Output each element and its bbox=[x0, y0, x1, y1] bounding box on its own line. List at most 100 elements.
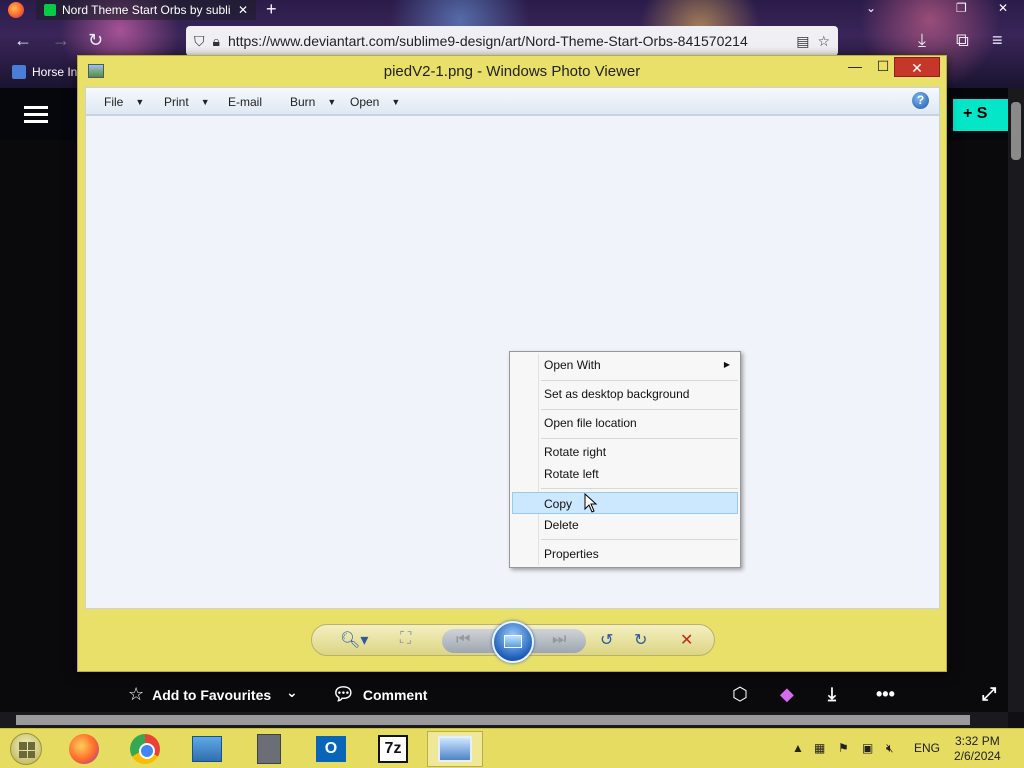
menu-item-label: Open With bbox=[544, 358, 601, 372]
add-to-favourites-button[interactable]: ☆ Add to Favourites bbox=[128, 684, 271, 705]
extensions-icon[interactable]: ⧉ bbox=[956, 30, 969, 51]
rotate-clockwise-icon[interactable]: ↻ bbox=[634, 630, 647, 652]
scrollbar-thumb[interactable] bbox=[1011, 102, 1021, 160]
minimize-button[interactable]: — bbox=[842, 58, 868, 78]
taskbar-document[interactable] bbox=[241, 731, 297, 767]
horizontal-scrollbar[interactable] bbox=[0, 712, 1008, 728]
menu-email[interactable]: E-mail bbox=[228, 95, 262, 109]
download-icon[interactable]: ⤓ bbox=[918, 30, 926, 51]
nav-bar: ← → ↻ ⛉ 🔒︎ https://www.deviantart.com/su… bbox=[0, 26, 1024, 58]
clock[interactable]: 3:32 PM 2/6/2024 bbox=[954, 734, 1001, 764]
previous-icon[interactable]: ⏮ bbox=[456, 631, 470, 653]
menu-print[interactable]: Print ▼ bbox=[164, 95, 210, 109]
scrollbar-thumb[interactable] bbox=[16, 715, 970, 725]
lock-icon[interactable]: 🔒︎ bbox=[213, 33, 220, 50]
menu-file[interactable]: File ▼ bbox=[104, 95, 144, 109]
menu-item-properties[interactable]: Properties bbox=[512, 543, 738, 565]
taskbar-photo-viewer[interactable] bbox=[427, 731, 483, 767]
menu-item-label: Set as desktop background bbox=[544, 387, 690, 401]
context-menu: Open With ▶ Set as desktop background Op… bbox=[509, 351, 741, 568]
submit-button[interactable]: + S bbox=[953, 99, 1013, 131]
comment-button[interactable]: 💬︎ Comment bbox=[332, 684, 427, 705]
fullscreen-icon[interactable]: ⤢ bbox=[982, 684, 996, 705]
window-titlebar[interactable]: piedV2-1.png - Windows Photo Viewer — ☐ … bbox=[78, 56, 946, 88]
start-button[interactable] bbox=[10, 733, 42, 765]
close-window-icon[interactable]: ✕ bbox=[998, 1, 1008, 15]
devices-icon[interactable]: ▣ bbox=[862, 741, 873, 755]
windows-logo-icon bbox=[19, 742, 35, 758]
menu-email-label: E-mail bbox=[228, 95, 263, 109]
maximize-button[interactable]: ☐ bbox=[870, 58, 896, 78]
menu-icon[interactable]: ≡ bbox=[992, 30, 1003, 51]
url-text[interactable]: https://www.deviantart.com/sublime9-desi… bbox=[228, 33, 788, 49]
menu-item-open-with[interactable]: Open With ▶ bbox=[512, 354, 738, 376]
volume-muted-icon[interactable]: 🔇︎ bbox=[886, 741, 894, 756]
firefox-icon[interactable] bbox=[8, 2, 24, 18]
action-center-flag-icon[interactable]: ⚑ bbox=[838, 741, 849, 755]
menu-item-set-as-desktop-background[interactable]: Set as desktop background bbox=[512, 383, 738, 405]
menu-item-label: Rotate right bbox=[544, 445, 607, 459]
tab-close-icon[interactable]: ✕ bbox=[238, 3, 248, 17]
menu-open[interactable]: Open ▼ bbox=[350, 95, 400, 109]
download-art-icon[interactable]: ⤓ bbox=[828, 684, 836, 705]
reader-view-icon[interactable]: ▤ bbox=[796, 33, 809, 50]
reload-icon[interactable]: ↻ bbox=[88, 30, 103, 51]
menu-item-open-file-location[interactable]: Open file location bbox=[512, 412, 738, 434]
vertical-scrollbar[interactable] bbox=[1008, 88, 1024, 712]
favourites-dropdown-icon[interactable]: ⌄ bbox=[286, 684, 298, 701]
language-indicator[interactable]: ENG bbox=[914, 741, 940, 755]
show-hidden-icons-icon[interactable]: ▲ bbox=[792, 741, 804, 755]
bookmark-star-icon[interactable]: ☆ bbox=[817, 33, 830, 50]
new-tab-button[interactable]: + bbox=[266, 0, 277, 20]
menu-burn[interactable]: Burn ▼ bbox=[290, 95, 336, 109]
taskbar-chrome[interactable] bbox=[117, 731, 173, 767]
bookmark-favicon-icon bbox=[12, 65, 26, 79]
deviantart-favicon-icon bbox=[44, 4, 56, 16]
slideshow-button[interactable] bbox=[492, 621, 534, 663]
actual-size-icon[interactable]: ⛶ bbox=[400, 630, 411, 652]
menu-item-label: Delete bbox=[544, 518, 579, 532]
submenu-arrow-icon: ▶ bbox=[723, 360, 730, 369]
bookmark-item[interactable]: Horse In bbox=[32, 65, 77, 79]
menu-separator bbox=[541, 438, 738, 439]
restore-window-icon[interactable]: ❐ bbox=[956, 1, 967, 15]
hamburger-menu-icon[interactable] bbox=[24, 106, 48, 124]
menu-file-label: File bbox=[104, 95, 124, 109]
taskbar-control-panel[interactable] bbox=[179, 731, 235, 767]
document-icon bbox=[257, 734, 281, 764]
menu-item-label: Copy bbox=[544, 497, 573, 511]
deviation-action-bar: ☆ Add to Favourites ⌄ 💬︎ Comment ⬡ ◆ ⤓ •… bbox=[0, 676, 1008, 710]
url-bar[interactable]: ⛉ 🔒︎ https://www.deviantart.com/sublime9… bbox=[186, 26, 838, 56]
next-icon[interactable]: ⏭ bbox=[552, 631, 566, 653]
network-icon[interactable]: ▦ bbox=[814, 741, 825, 755]
gem-icon[interactable]: ◆ bbox=[780, 684, 794, 705]
menu-separator bbox=[541, 380, 738, 381]
taskbar-outlook[interactable]: O bbox=[303, 731, 359, 767]
help-icon[interactable]: ? bbox=[912, 92, 929, 109]
caret-down-icon: ▼ bbox=[135, 97, 145, 107]
taskbar-firefox[interactable] bbox=[56, 731, 112, 767]
menu-separator bbox=[541, 488, 738, 489]
photo-viewer-icon bbox=[438, 736, 472, 762]
menu-print-label: Print bbox=[164, 95, 189, 109]
back-icon[interactable]: ← bbox=[14, 30, 32, 51]
menu-item-delete[interactable]: Delete bbox=[512, 514, 738, 536]
caret-down-icon: ▼ bbox=[200, 97, 210, 107]
badge-icon[interactable]: ⬡ bbox=[732, 684, 748, 705]
shield-icon[interactable]: ⛉ bbox=[194, 33, 205, 50]
zoom-icon[interactable]: 🔍︎▾ bbox=[340, 630, 368, 652]
tab-title: Nord Theme Start Orbs by subli bbox=[62, 3, 231, 17]
more-options-icon[interactable]: ••• bbox=[876, 684, 895, 705]
close-button[interactable]: ✕ bbox=[894, 57, 940, 77]
7zip-icon: 7z bbox=[378, 735, 408, 763]
window-title: piedV2-1.png - Windows Photo Viewer bbox=[383, 63, 641, 80]
forward-icon[interactable]: → bbox=[52, 30, 70, 51]
taskbar-7zip[interactable]: 7z bbox=[365, 731, 421, 767]
menu-item-rotate-left[interactable]: Rotate left bbox=[512, 463, 738, 485]
tab-list-icon[interactable]: ⌄ bbox=[866, 1, 876, 15]
delete-icon[interactable]: ✕ bbox=[680, 630, 693, 652]
menu-item-rotate-right[interactable]: Rotate right bbox=[512, 441, 738, 463]
tab-active[interactable]: Nord Theme Start Orbs by subli ✕ bbox=[36, 0, 256, 20]
rotate-counterclockwise-icon[interactable]: ↺ bbox=[600, 630, 613, 652]
menu-item-copy[interactable]: Copy bbox=[512, 492, 738, 514]
